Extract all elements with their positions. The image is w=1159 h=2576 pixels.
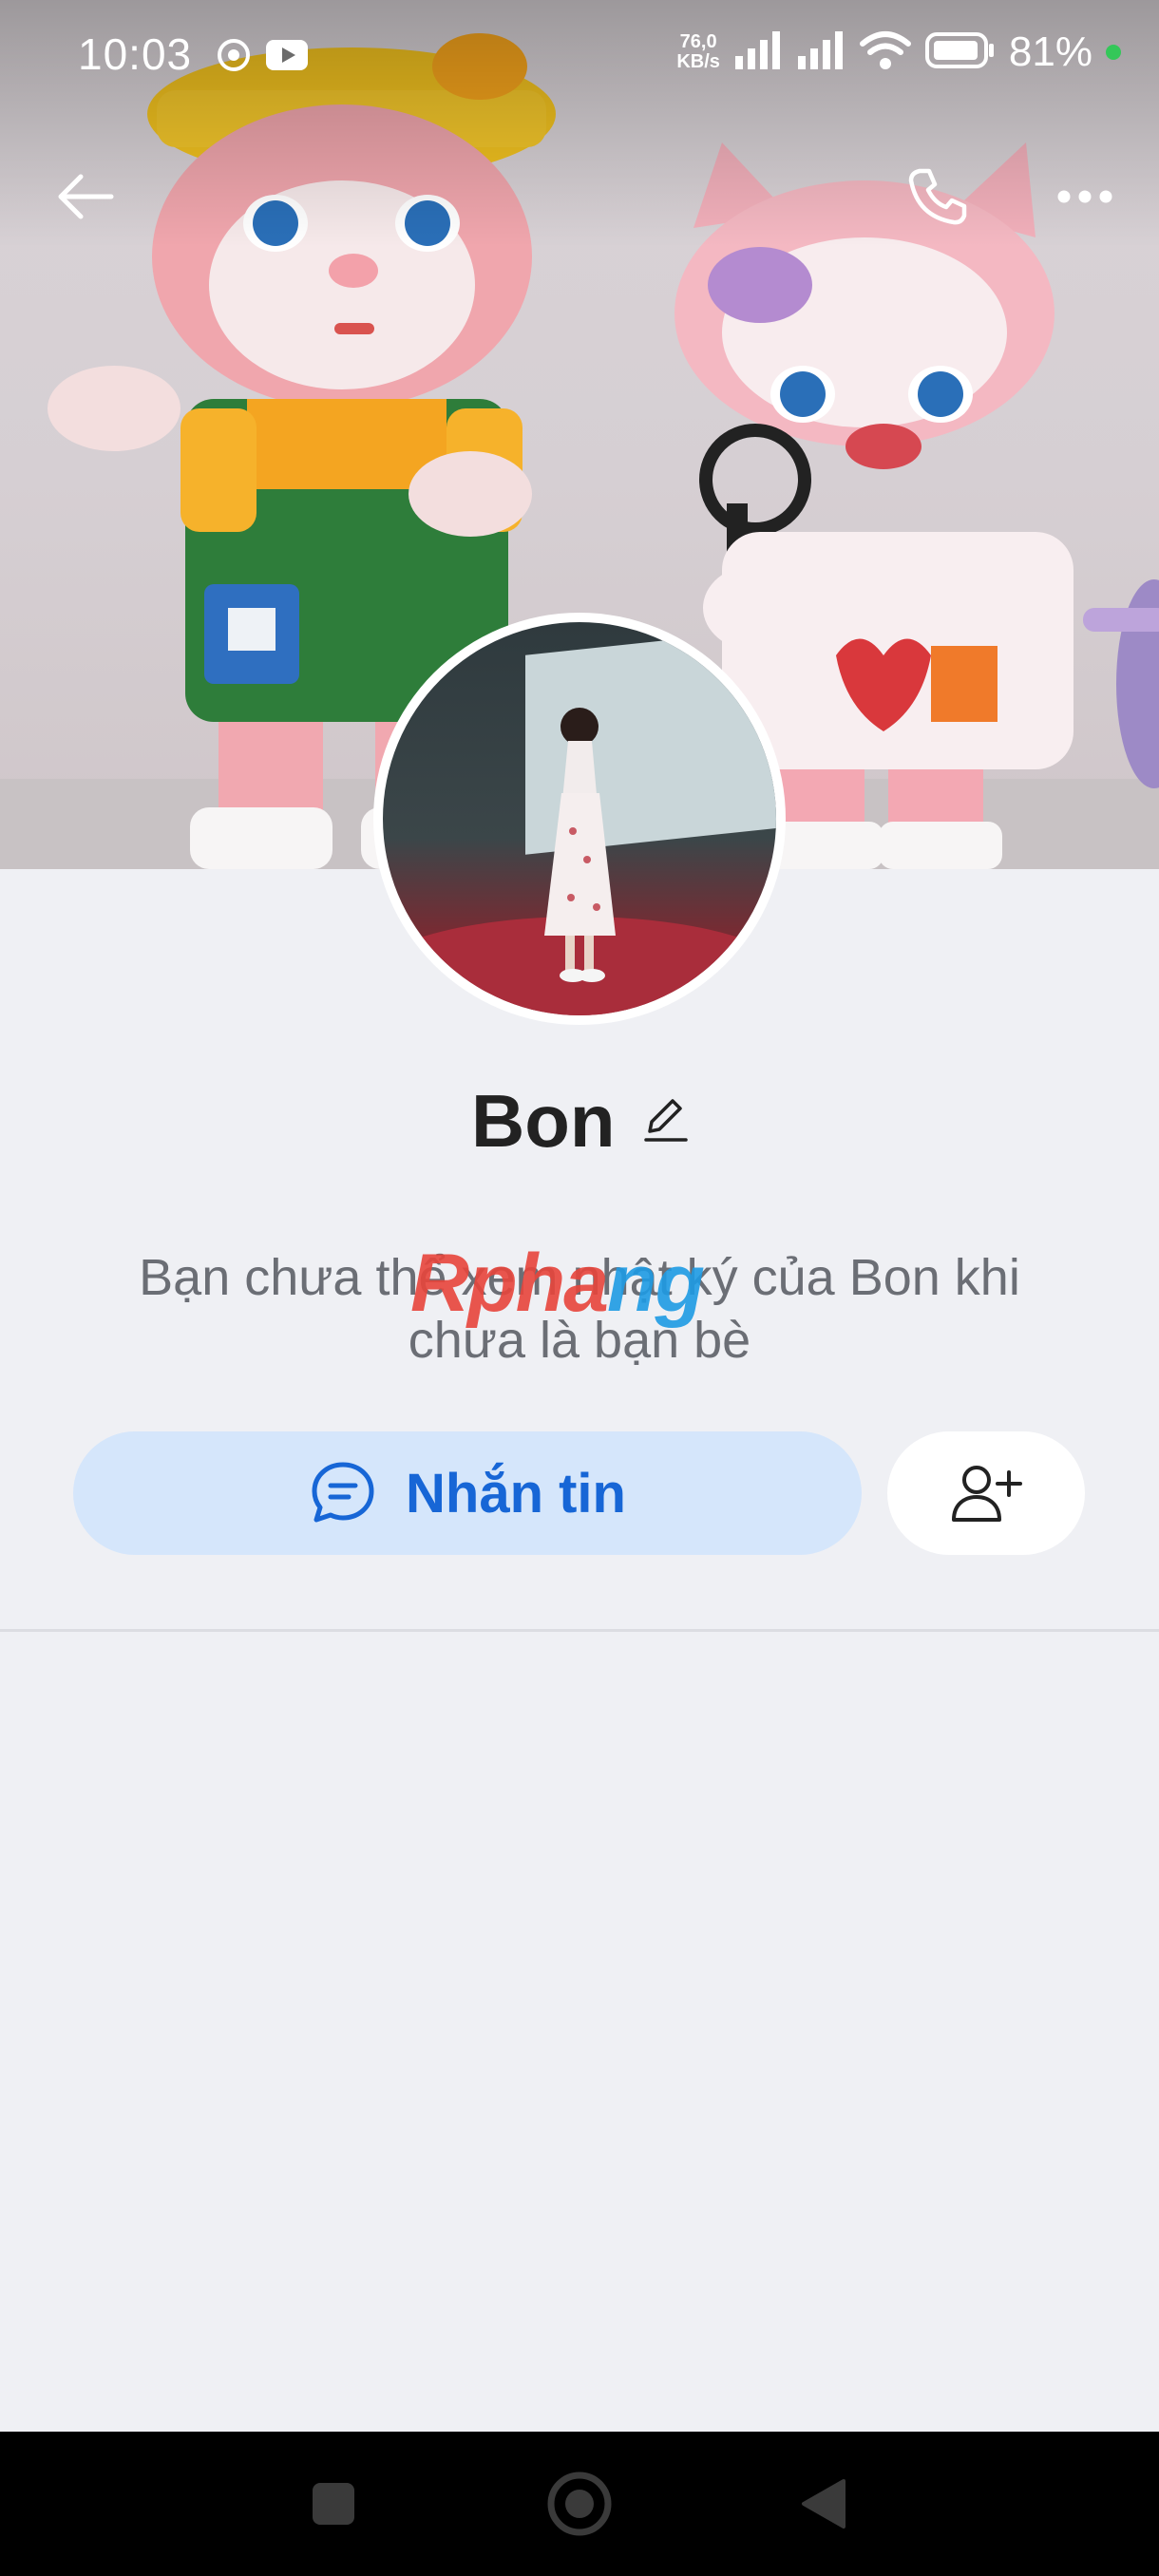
system-nav-bar	[0, 2432, 1159, 2576]
avatar-image	[383, 622, 776, 1015]
more-button[interactable]	[1042, 154, 1128, 239]
net-speed-unit: KB/s	[676, 51, 720, 72]
home-button[interactable]	[542, 2466, 618, 2542]
phone-icon	[908, 168, 967, 225]
triangle-back-icon	[802, 2479, 846, 2529]
add-friend-button[interactable]	[887, 1431, 1085, 1555]
wifi-icon	[859, 30, 912, 75]
back-nav-button[interactable]	[785, 2466, 861, 2542]
profile-name-row: Bon	[0, 1078, 1159, 1165]
battery-percent: 81%	[1008, 28, 1092, 75]
call-button[interactable]	[895, 154, 980, 239]
profile-name: Bon	[470, 1079, 616, 1163]
battery-icon	[924, 31, 996, 74]
avatar[interactable]	[373, 613, 786, 1025]
signal-icon	[733, 30, 783, 74]
privacy-dot	[1106, 45, 1121, 60]
add-user-icon	[952, 1466, 1022, 1522]
recent-apps-button[interactable]	[295, 2466, 371, 2542]
circle-home-icon	[547, 2472, 612, 2536]
square-recent-icon	[313, 2483, 354, 2525]
back-button[interactable]	[43, 154, 128, 239]
chat-bubble-icon	[312, 1462, 374, 1523]
friend-notice: Bạn chưa thể xem nhật ký của Bon khi chư…	[139, 1249, 1020, 1369]
message-button[interactable]: Nhắn tin	[73, 1431, 862, 1555]
youtube-icon	[266, 40, 308, 75]
more-horizontal-icon	[1057, 190, 1112, 203]
chrome-icon	[217, 38, 251, 77]
edit-name-button[interactable]	[644, 1095, 688, 1147]
section-divider	[0, 1629, 1159, 1632]
message-button-label: Nhắn tin	[406, 1462, 626, 1525]
top-bar	[0, 142, 1159, 256]
net-speed-value: 76,0	[679, 31, 717, 52]
signal-icon	[796, 30, 846, 74]
status-bar: 10:03 76,0 KB/s 81%	[0, 0, 1159, 114]
arrow-left-icon	[58, 174, 114, 219]
net-speed: 76,0 KB/s	[676, 32, 720, 72]
status-right: 76,0 KB/s 81%	[676, 28, 1121, 76]
pencil-icon	[644, 1099, 688, 1142]
status-time: 10:03	[78, 29, 193, 79]
avatar-figure	[383, 708, 776, 1015]
